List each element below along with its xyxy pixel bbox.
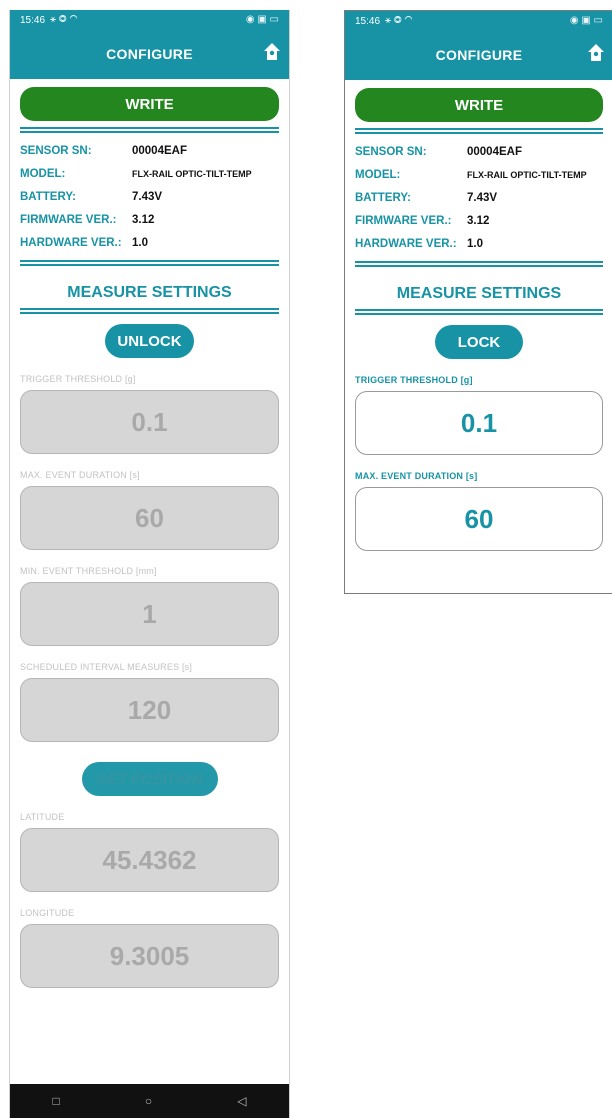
info-row-model: MODEL: FLX-RAIL OPTIC-TILT-TEMP <box>20 162 279 185</box>
info-row-sensor-sn: SENSOR SN: 00004EAF <box>20 139 279 162</box>
info-row-model: MODEL: FLX-RAIL OPTIC-TILT-TEMP <box>355 163 603 186</box>
firmware-value: 3.12 <box>467 214 490 227</box>
sensor-info: SENSOR SN: 00004EAF MODEL: FLX-RAIL OPTI… <box>20 139 279 254</box>
max-event-duration-field[interactable]: 60 <box>20 486 279 550</box>
status-left-icons: ⚹ ◎ ◠ <box>385 15 413 26</box>
trigger-threshold-label: TRIGGER THRESHOLD [g] <box>20 374 136 384</box>
nav-home-icon[interactable]: ○ <box>145 1094 152 1108</box>
status-right-icons: ◉ ▣ ▭ <box>245 14 279 25</box>
hardware-label: HARDWARE VER.: <box>20 236 122 249</box>
model-label: MODEL: <box>20 167 66 180</box>
sensor-sn-label: SENSOR SN: <box>355 145 427 158</box>
hardware-value: 1.0 <box>467 237 483 250</box>
battery-label: BATTERY: <box>355 191 412 204</box>
max-event-duration-field[interactable]: 60 <box>355 487 603 551</box>
model-label: MODEL: <box>355 168 401 181</box>
info-row-firmware: FIRMWARE VER.: 3.12 <box>355 209 603 232</box>
info-row-battery: BATTERY: 7.43V <box>355 186 603 209</box>
status-time: 15:46 <box>20 15 46 26</box>
trigger-threshold-field[interactable]: 0.1 <box>20 390 279 454</box>
info-row-sensor-sn: SENSOR SN: 00004EAF <box>355 140 603 163</box>
min-event-threshold-field[interactable]: 1 <box>20 582 279 646</box>
min-event-threshold-label: MIN. EVENT THRESHOLD [mm] <box>20 566 157 576</box>
battery-value: 7.43V <box>467 191 498 204</box>
model-value: FLX-RAIL OPTIC-TILT-TEMP <box>132 168 252 179</box>
app-bar: CONFIGURE <box>345 33 612 80</box>
section-title: MEASURE SETTINGS <box>396 285 562 302</box>
latitude-field[interactable]: 45.4362 <box>20 828 279 892</box>
max-event-duration-label: MAX. EVENT DURATION [s] <box>20 470 140 480</box>
divider <box>355 261 603 267</box>
back-icon[interactable]: ◁ <box>237 1094 246 1108</box>
status-bar: 15:46 ⚹ ◎ ◠ ◉ ▣ ▭ <box>10 10 289 32</box>
battery-value: 7.43V <box>132 190 163 203</box>
firmware-label: FIRMWARE VER.: <box>20 213 117 226</box>
trigger-threshold-field[interactable]: 0.1 <box>355 391 603 455</box>
info-row-firmware: FIRMWARE VER.: 3.12 <box>20 208 279 231</box>
divider <box>355 128 603 134</box>
divider <box>20 308 279 314</box>
section-title: MEASURE SETTINGS <box>67 284 232 301</box>
max-event-duration-label: MAX. EVENT DURATION [s] <box>355 471 478 481</box>
page-title: CONFIGURE <box>106 46 193 62</box>
write-button[interactable]: WRITE <box>355 88 603 122</box>
sensor-sn-value: 00004EAF <box>467 145 522 158</box>
lock-button[interactable]: LOCK <box>435 325 523 359</box>
status-time: 15:46 <box>355 16 381 27</box>
status-bar: 15:46 ⚹ ◎ ◠ ◉ ▣ ▭ <box>345 11 612 33</box>
home-icon[interactable] <box>263 42 281 62</box>
divider <box>20 127 279 133</box>
recent-apps-icon[interactable]: □ <box>53 1094 60 1108</box>
system-nav-bar: □ ○ ◁ <box>10 1084 289 1118</box>
divider <box>20 260 279 266</box>
model-value: FLX-RAIL OPTIC-TILT-TEMP <box>467 169 587 180</box>
status-right-icons: ◉ ▣ ▭ <box>569 15 603 26</box>
longitude-label: LONGITUDE <box>20 908 75 918</box>
info-row-hardware: HARDWARE VER.: 1.0 <box>20 231 279 254</box>
sensor-info: SENSOR SN: 00004EAF MODEL: FLX-RAIL OPTI… <box>355 140 603 255</box>
latitude-label: LATITUDE <box>20 812 65 822</box>
get-position-button[interactable]: GET POSITION <box>81 762 218 796</box>
info-row-battery: BATTERY: 7.43V <box>20 185 279 208</box>
page-title: CONFIGURE <box>435 47 523 63</box>
phone-screen-locked: 15:46 ⚹ ◎ ◠ ◉ ▣ ▭ CONFIGURE WRITE SENSOR… <box>9 10 290 1118</box>
battery-label: BATTERY: <box>20 190 77 203</box>
status-left-icons: ⚹ ◎ ◠ <box>50 14 78 25</box>
hardware-label: HARDWARE VER.: <box>355 237 457 250</box>
phone-screen-unlocked: 15:46 ⚹ ◎ ◠ ◉ ▣ ▭ CONFIGURE WRITE SENSOR… <box>344 10 612 594</box>
scheduled-interval-label: SCHEDULED INTERVAL MEASURES [s] <box>20 662 193 672</box>
app-bar: CONFIGURE <box>10 32 289 79</box>
sensor-sn-label: SENSOR SN: <box>20 144 92 157</box>
firmware-label: FIRMWARE VER.: <box>355 214 452 227</box>
unlock-button[interactable]: UNLOCK <box>105 324 194 358</box>
longitude-field[interactable]: 9.3005 <box>20 924 279 988</box>
info-row-hardware: HARDWARE VER.: 1.0 <box>355 232 603 255</box>
trigger-threshold-label: TRIGGER THRESHOLD [g] <box>355 375 473 385</box>
write-button[interactable]: WRITE <box>20 87 279 121</box>
scheduled-interval-field[interactable]: 120 <box>20 678 279 742</box>
hardware-value: 1.0 <box>132 236 148 249</box>
divider <box>355 309 603 315</box>
sensor-sn-value: 00004EAF <box>132 144 187 157</box>
home-icon[interactable] <box>587 43 605 63</box>
firmware-value: 3.12 <box>132 213 155 226</box>
